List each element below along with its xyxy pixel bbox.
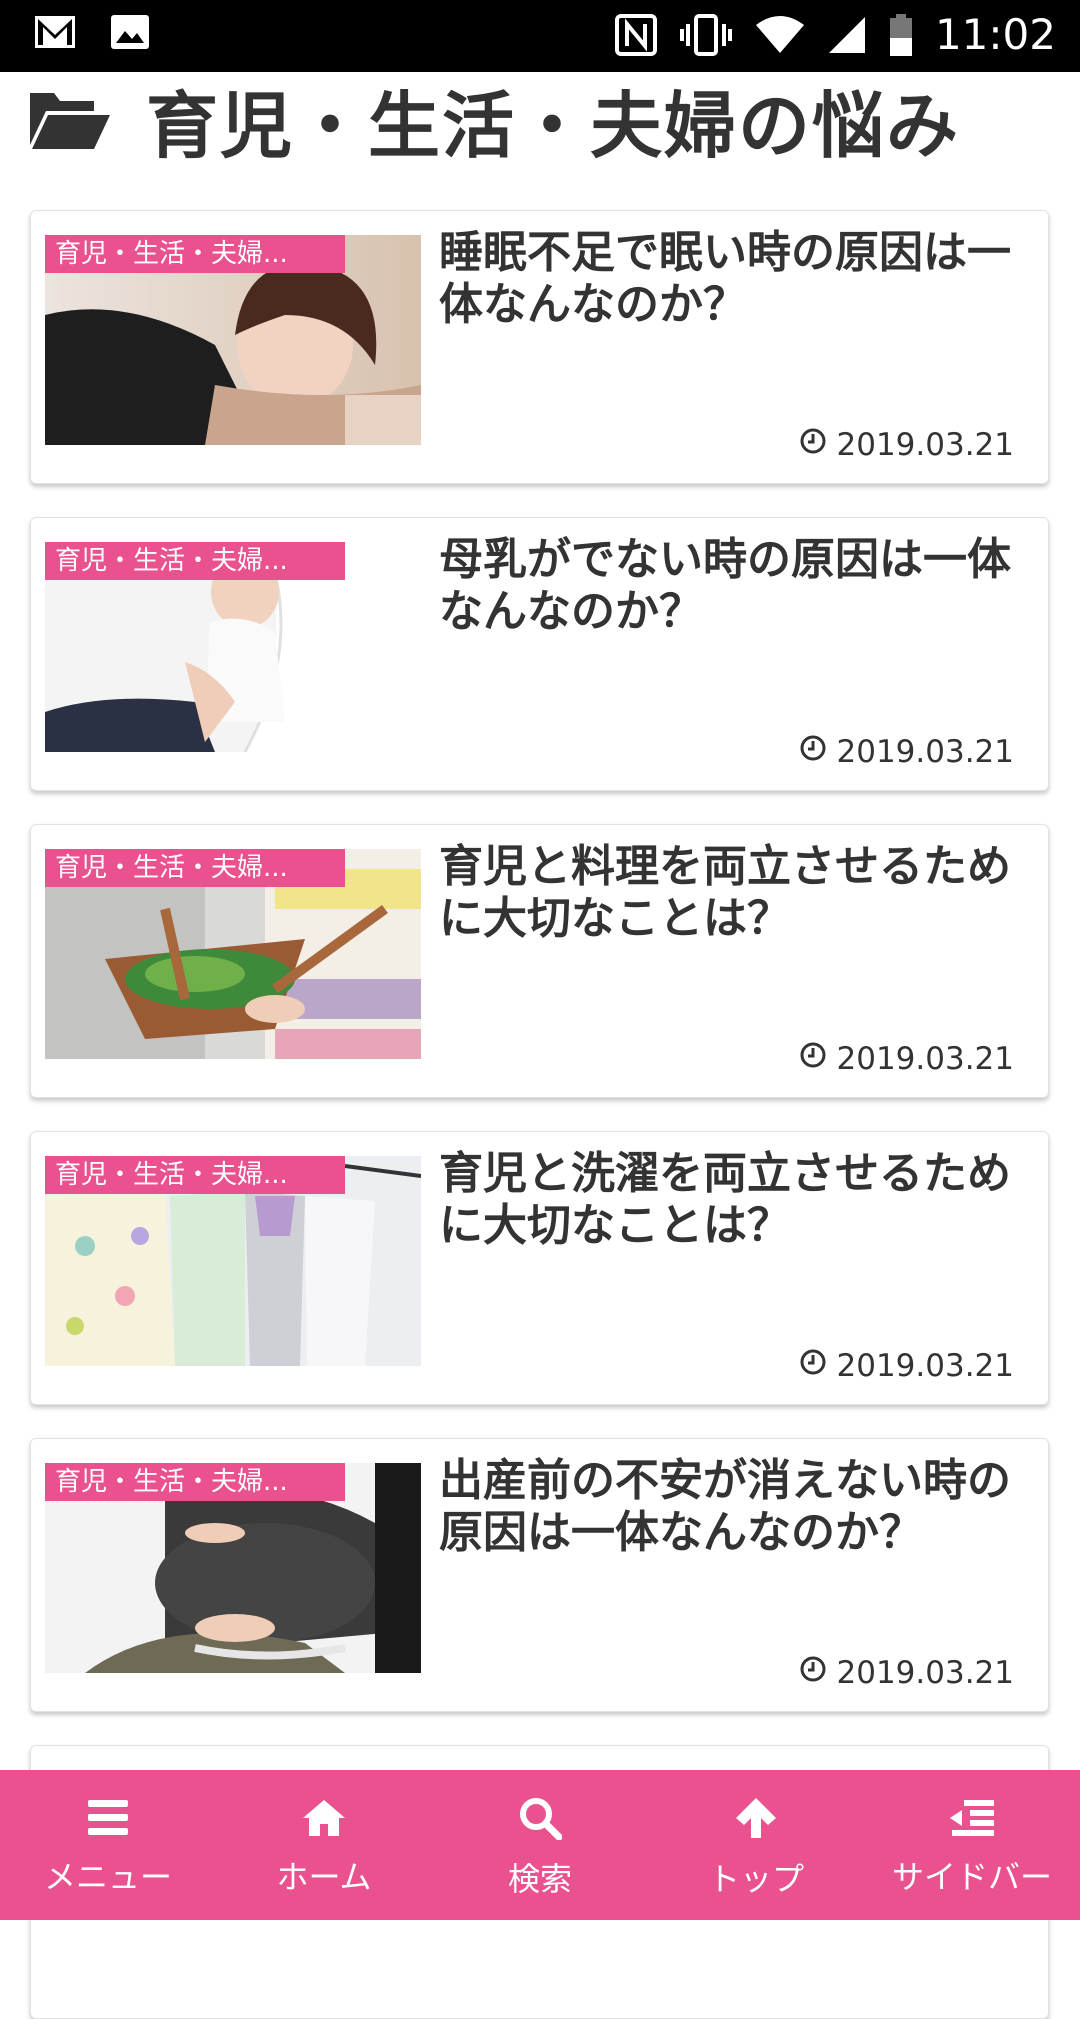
nfc-icon [614, 13, 657, 56]
nav-sidebar-button[interactable]: サイドバー [864, 1770, 1080, 1920]
nav-top-button[interactable]: トップ [648, 1770, 864, 1920]
arrow-up-icon [734, 1790, 778, 1840]
article-card[interactable]: 育児・生活・夫婦... 育児と料理を両立させるために大切なことは？ 2019.0… [30, 824, 1049, 1098]
article-date: 2019.03.21 [799, 1041, 1015, 1077]
image-icon [110, 14, 150, 50]
clock-icon [799, 1041, 827, 1077]
article-title[interactable]: 睡眠不足で眠い時の原因は一体なんなのか？ [439, 227, 1039, 331]
search-icon [518, 1790, 562, 1840]
page-title: 育児・生活・夫婦の悩み [146, 83, 961, 168]
article-card[interactable]: 育児・生活・夫婦... 出産前の不安が消えない時の原因は一体なんなのか？ 201… [30, 1438, 1049, 1712]
nav-label: サイドバー [891, 1858, 1052, 1896]
category-label: 育児・生活・夫婦... [45, 235, 345, 273]
nav-search-button[interactable]: 検索 [432, 1770, 648, 1920]
wifi-icon [755, 15, 805, 55]
article-card[interactable]: 育児・生活・夫婦... 母乳がでない時の原因は一体なんなのか？ 2019.03.… [30, 517, 1049, 791]
status-bar: 11:02 [0, 0, 1080, 72]
nav-label: メニュー [43, 1858, 172, 1896]
vibrate-icon [679, 13, 733, 56]
clock-icon [799, 427, 827, 463]
article-title[interactable]: 出産前の不安が消えない時の原因は一体なんなのか？ [439, 1455, 1039, 1559]
nav-menu-button[interactable]: メニュー [0, 1770, 216, 1920]
clock-icon [799, 734, 827, 770]
category-label: 育児・生活・夫婦... [45, 849, 345, 887]
category-heading: 育児・生活・夫婦の悩み [28, 74, 960, 168]
nav-label: ホーム [276, 1858, 372, 1896]
clock: 11:02 [934, 10, 1056, 59]
article-card[interactable]: 育児・生活・夫婦... 育児と洗濯を両立させるために大切なことは？ 2019.0… [30, 1131, 1049, 1405]
category-label: 育児・生活・夫婦... [45, 1463, 345, 1501]
clock-icon [799, 1655, 827, 1691]
article-date: 2019.03.21 [799, 1348, 1015, 1384]
article-date: 2019.03.21 [799, 734, 1015, 770]
sidebar-icon [948, 1792, 996, 1838]
article-date: 2019.03.21 [799, 1655, 1015, 1691]
gmail-icon [34, 15, 76, 49]
article-title[interactable]: 育児と洗濯を両立させるために大切なことは？ [439, 1148, 1039, 1252]
signal-icon [827, 15, 867, 55]
category-label: 育児・生活・夫婦... [45, 1156, 345, 1194]
date-text: 2019.03.21 [836, 1655, 1015, 1691]
article-card[interactable]: 育児・生活・夫婦... 睡眠不足で眠い時の原因は一体なんなのか？ 2019.03… [30, 210, 1049, 484]
menu-icon [86, 1792, 130, 1838]
folder-open-icon [28, 87, 112, 151]
bottom-nav: メニュー ホーム 検索 トップ サイドバー [0, 1770, 1080, 1920]
article-title[interactable]: 母乳がでない時の原因は一体なんなのか？ [439, 534, 1039, 638]
clock-icon [799, 1348, 827, 1384]
date-text: 2019.03.21 [836, 427, 1015, 463]
battery-icon [889, 13, 913, 56]
nav-home-button[interactable]: ホーム [216, 1770, 432, 1920]
date-text: 2019.03.21 [836, 734, 1015, 770]
date-text: 2019.03.21 [836, 1041, 1015, 1077]
nav-label: トップ [707, 1860, 804, 1898]
home-icon [301, 1792, 347, 1838]
date-text: 2019.03.21 [836, 1348, 1015, 1384]
nav-label: 検索 [507, 1860, 572, 1898]
article-date: 2019.03.21 [799, 427, 1015, 463]
category-label: 育児・生活・夫婦... [45, 542, 345, 580]
article-title[interactable]: 育児と料理を両立させるために大切なことは？ [439, 841, 1039, 945]
